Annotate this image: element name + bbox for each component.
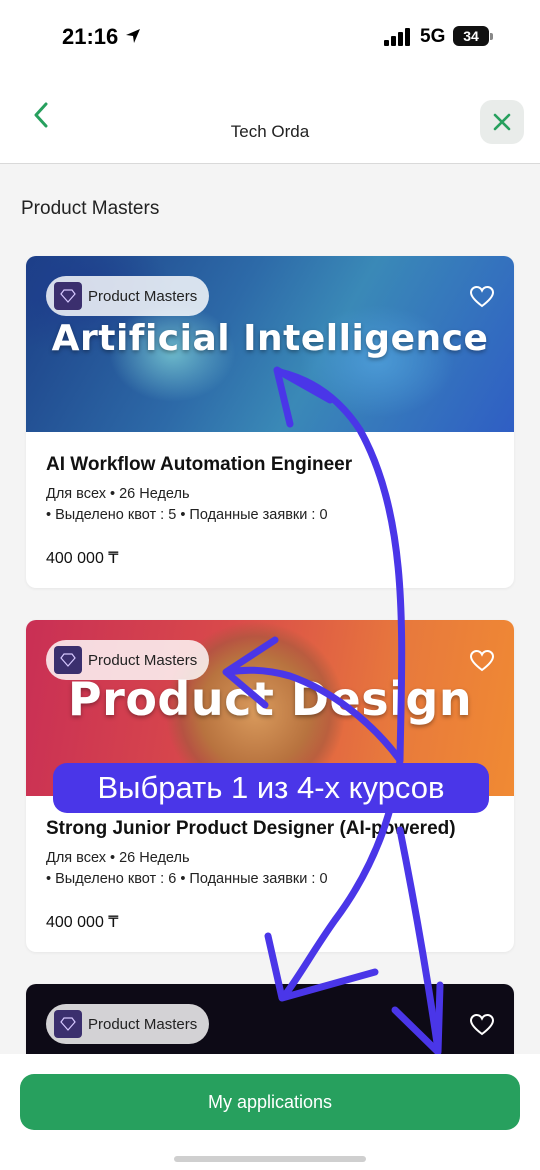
provider-logo: [54, 1010, 82, 1038]
provider-badge: Product Masters: [46, 276, 210, 316]
course-name: Strong Junior Product Designer (AI-power…: [46, 818, 456, 839]
provider-name: Product Masters: [88, 1015, 198, 1033]
course-quota: • Выделено квот : 6 • Поданные заявки : …: [46, 871, 328, 887]
favorite-heart-icon[interactable]: [470, 286, 494, 308]
favorite-heart-icon[interactable]: [470, 650, 494, 672]
navigation-bar: Tech Orda: [0, 80, 540, 164]
course-quota: • Выделено квот : 5 • Поданные заявки : …: [46, 507, 328, 523]
location-arrow-icon: [126, 29, 140, 43]
provider-name: Product Masters: [88, 287, 198, 305]
battery-icon: 34: [453, 26, 493, 46]
course-price: 400 000 ₸: [46, 914, 119, 931]
course-card[interactable]: Artificial Intelligence Product Masters …: [26, 256, 514, 588]
favorite-heart-icon[interactable]: [470, 1014, 494, 1036]
banner-title: Artificial Intelligence: [51, 318, 489, 359]
course-name: AI Workflow Automation Engineer: [46, 454, 353, 475]
cellular-signal-icon: [384, 28, 410, 46]
status-bar: 21:16 5G 34: [0, 0, 540, 80]
provider-badge: Product Masters: [46, 640, 210, 680]
home-indicator: [174, 1156, 366, 1162]
close-icon: [493, 113, 511, 131]
section-title: Product Masters: [21, 198, 160, 219]
course-banner: Artificial Intelligence Product Masters: [26, 256, 514, 432]
bottom-bar: My applications: [0, 1054, 540, 1170]
provider-name: Product Masters: [88, 651, 198, 669]
banner-title: Product Design: [67, 672, 473, 726]
course-audience-duration: Для всех • 26 Недель: [46, 850, 190, 866]
provider-logo: [54, 646, 82, 674]
course-audience-duration: Для всех • 26 Недель: [46, 486, 190, 502]
my-applications-button[interactable]: My applications: [20, 1074, 520, 1130]
course-price: 400 000 ₸: [46, 550, 119, 567]
annotation-callout: Выбрать 1 из 4-х курсов: [53, 763, 489, 813]
close-button[interactable]: [480, 100, 524, 144]
network-type: 5G: [420, 26, 446, 47]
provider-badge: Product Masters: [46, 1004, 210, 1044]
status-time: 21:16: [62, 24, 119, 49]
provider-logo: [54, 282, 82, 310]
nav-title: Tech Orda: [230, 122, 310, 141]
